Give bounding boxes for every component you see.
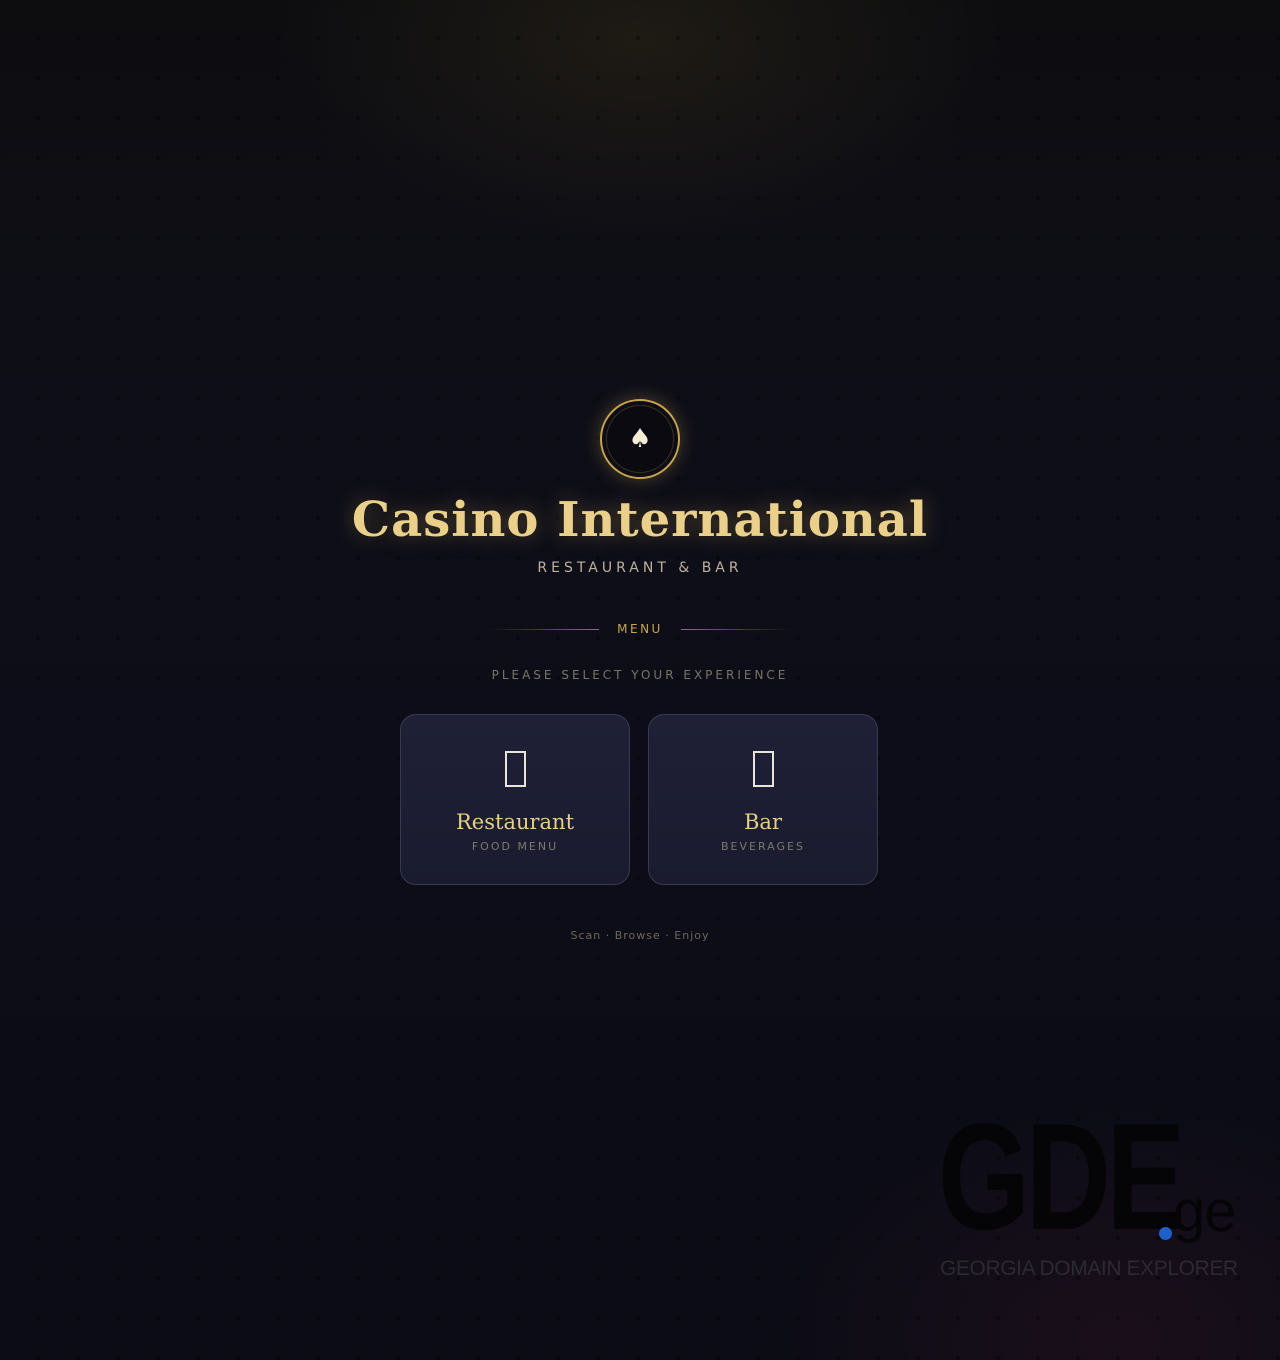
watermark-logo-text: GDE [938,1092,1186,1262]
gde-watermark: GDE ge GEORGIA DOMAIN EXPLORER [938,1092,1248,1287]
bar-menu-card[interactable]: Bar BEVERAGES [648,714,878,885]
missing-glyph-icon [504,751,526,787]
brand-logo: ♠ [600,399,680,479]
divider-line-left [487,628,600,630]
divider-line-right [680,628,793,630]
watermark-tagline: GEORGIA DOMAIN EXPLORER [940,1257,1238,1280]
card-title: Bar [744,810,782,834]
card-subtitle: FOOD MENU [471,840,559,853]
card-subtitle: BEVERAGES [721,840,805,853]
missing-glyph-icon [752,751,774,787]
restaurant-menu-card[interactable]: Restaurant FOOD MENU [400,714,630,885]
menu-label: MENU [617,622,663,636]
footer-tagline: Scan · Browse · Enjoy [570,929,710,942]
page-title: Casino International [351,492,929,548]
select-prompt: PLEASE SELECT YOUR EXPERIENCE [491,668,789,682]
menu-divider: MENU [0,620,1280,638]
spade-icon: ♠ [628,424,652,454]
page-subtitle: RESTAURANT & BAR [537,560,743,576]
card-title: Restaurant [455,810,575,834]
watermark-dot [1159,1227,1172,1240]
brand-logo-inner: ♠ [606,405,674,473]
watermark-tld: ge [1173,1179,1237,1244]
